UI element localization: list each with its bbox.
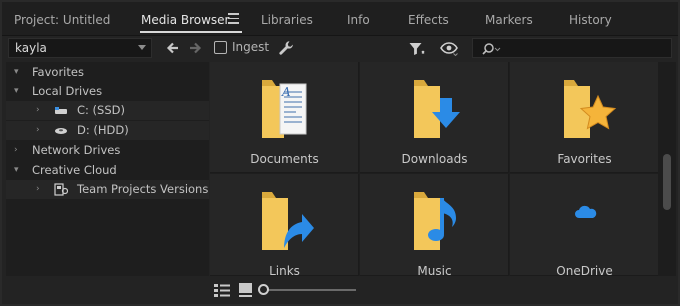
ingest-checkbox[interactable] (214, 41, 227, 54)
expand-arrow-icon[interactable]: › (36, 180, 40, 199)
svg-text:A: A (281, 85, 291, 99)
tab-effects[interactable]: Effects (408, 11, 449, 29)
list-view-icon[interactable] (214, 284, 230, 297)
downloads-folder-icon (414, 80, 460, 138)
documents-folder-icon: A (262, 80, 307, 138)
browser-toolbar: kayla Ingest (2, 36, 678, 60)
panel-menu-icon[interactable] (228, 13, 239, 25)
eye-icon[interactable] (440, 42, 458, 56)
folder-name: OneDrive (556, 264, 613, 276)
links-folder-icon (262, 192, 314, 250)
tab-markers[interactable]: Markers (485, 11, 533, 29)
folder-name: Downloads (401, 152, 468, 166)
chevron-down-icon (138, 45, 146, 50)
tab-media-browser[interactable]: Media Browser (141, 11, 229, 29)
panel-tab-bar: Project: Untitled Media Browser Librarie… (2, 2, 678, 36)
tree-item-drive-c[interactable]: › C: (SSD) (6, 101, 209, 120)
favorites-folder-icon (564, 80, 617, 138)
hdd-drive-icon (55, 128, 67, 134)
folder-name: Favorites (557, 152, 612, 166)
tab-libraries[interactable]: Libraries (261, 11, 313, 29)
tree-item-label: Team Projects Versions (77, 182, 209, 196)
expand-arrow-icon[interactable]: › (36, 121, 40, 140)
search-input[interactable] (503, 40, 663, 56)
folder-name: Documents (250, 152, 319, 166)
folder-item-documents[interactable]: A Documents (210, 62, 359, 173)
tree-item-label: C: (SSD) (77, 103, 125, 117)
folder-item-onedrive[interactable]: OneDrive (510, 174, 658, 276)
tree-item-creative-cloud[interactable]: ▾ Creative Cloud (6, 161, 209, 180)
ssd-drive-icon (55, 107, 67, 114)
folder-item-music[interactable]: Music (360, 174, 509, 276)
tab-info[interactable]: Info (347, 11, 370, 29)
tab-history[interactable]: History (569, 11, 612, 29)
zoom-slider-track[interactable] (264, 289, 356, 291)
zoom-slider-handle[interactable] (258, 284, 269, 295)
folder-item-downloads[interactable]: Downloads (360, 62, 509, 173)
folder-grid: A Documents Downloads Favorites Links Mu… (210, 62, 658, 276)
tree-item-network-drives[interactable]: › Network Drives (6, 141, 209, 160)
tree-item-label: D: (HDD) (77, 123, 129, 137)
tree-item-favorites[interactable]: ▾ Favorites (6, 63, 209, 82)
tree-item-drive-d[interactable]: › D: (HDD) (6, 121, 209, 140)
tree-item-label: Local Drives (32, 84, 103, 98)
forward-arrow-icon[interactable] (188, 41, 202, 55)
tree-item-label: Favorites (32, 65, 84, 79)
wrench-icon[interactable] (277, 39, 295, 57)
search-icon (482, 43, 501, 55)
media-browser-panel: Project: Untitled Media Browser Librarie… (0, 0, 680, 306)
tree-item-local-drives[interactable]: ▾ Local Drives (6, 82, 209, 101)
view-controls-bar (2, 278, 678, 304)
tree-item-label: Network Drives (32, 143, 121, 157)
folder-name: Music (417, 264, 452, 276)
music-folder-icon (414, 192, 456, 250)
expand-arrow-icon[interactable]: › (36, 101, 40, 120)
folder-item-favorites[interactable]: Favorites (510, 62, 658, 173)
ingest-label: Ingest (232, 40, 270, 54)
back-arrow-icon[interactable] (166, 41, 180, 55)
collapse-arrow-icon[interactable]: ▾ (14, 82, 19, 101)
onedrive-cloud-icon (575, 205, 597, 218)
location-tree: ▾ Favorites ▾ Local Drives › C: (SSD) › … (6, 62, 209, 276)
location-dropdown[interactable]: kayla (8, 38, 152, 58)
tree-item-label: Creative Cloud (32, 163, 117, 177)
collapse-arrow-icon[interactable]: ▾ (14, 161, 19, 180)
collapse-arrow-icon[interactable]: ▾ (14, 63, 19, 82)
vertical-scrollbar[interactable] (658, 62, 676, 276)
search-field[interactable] (472, 38, 672, 58)
location-dropdown-value: kayla (15, 41, 47, 55)
team-projects-icon (54, 183, 68, 196)
tree-item-team-projects[interactable]: › Team Projects Versions (6, 180, 209, 199)
filter-icon[interactable] (408, 40, 426, 58)
folder-item-links[interactable]: Links (210, 174, 359, 276)
folder-name: Links (269, 264, 300, 276)
tab-project[interactable]: Project: Untitled (14, 11, 110, 29)
active-tab-indicator (140, 31, 242, 33)
icon-view-icon[interactable] (239, 283, 252, 297)
scrollbar-thumb[interactable] (663, 154, 671, 210)
expand-arrow-icon[interactable]: › (14, 141, 18, 160)
